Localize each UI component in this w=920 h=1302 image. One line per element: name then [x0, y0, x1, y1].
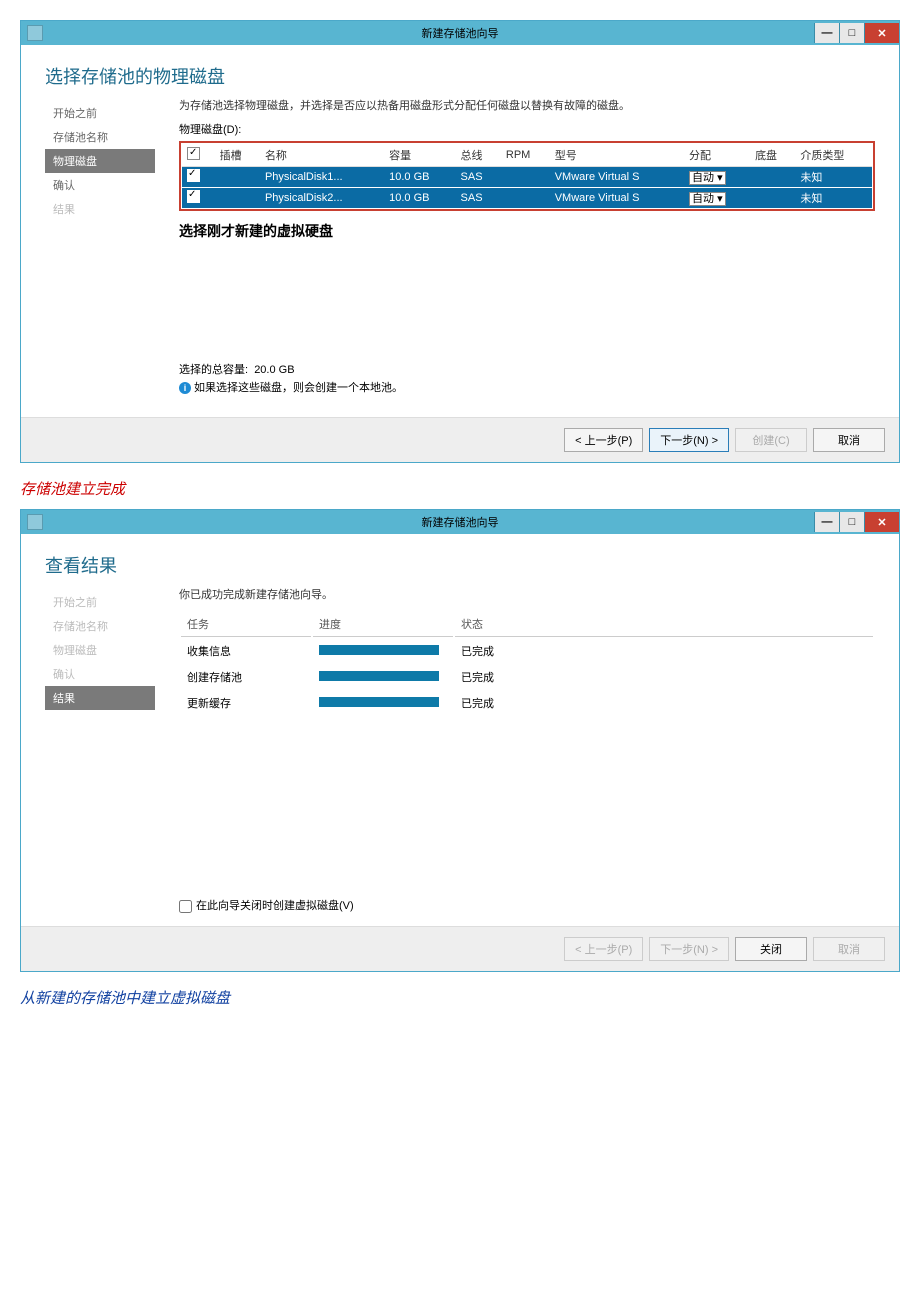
instruction-text: 为存储池选择物理磁盘，并选择是否应以热备用磁盘形式分配任何磁盘以替换有故障的磁盘… — [179, 97, 875, 113]
close-button[interactable]: ✕ — [864, 23, 899, 43]
maximize-button[interactable]: □ — [839, 23, 864, 43]
col-chassis[interactable]: 底盘 — [750, 144, 795, 167]
minimize-button[interactable]: — — [814, 23, 839, 43]
col-model[interactable]: 型号 — [550, 144, 684, 167]
close-wizard-button[interactable]: 关闭 — [735, 937, 807, 961]
step-pool-name[interactable]: 存储池名称 — [45, 125, 155, 149]
next-button: 下一步(N) > — [649, 937, 729, 961]
step-pool-name: 存储池名称 — [45, 614, 155, 638]
page-heading: 选择存储池的物理磁盘 — [45, 63, 875, 89]
minimize-button[interactable]: — — [814, 512, 839, 532]
disk-row-2[interactable]: PhysicalDisk2... 10.0 GB SAS VMware Virt… — [182, 188, 872, 209]
col-status: 状态 — [455, 612, 873, 637]
app-icon — [27, 514, 43, 530]
caption-pool-done: 存储池建立完成 — [20, 478, 900, 499]
result-row: 创建存储池 已完成 — [181, 665, 873, 689]
cancel-button: 取消 — [813, 937, 885, 961]
total-capacity: 选择的总容量: 20.0 GB — [179, 361, 875, 377]
result-row: 收集信息 已完成 — [181, 639, 873, 663]
prev-button[interactable]: < 上一步(P) — [564, 428, 643, 452]
col-media[interactable]: 介质类型 — [795, 144, 872, 167]
disks-label: 物理磁盘(D): — [179, 121, 875, 137]
window-title: 新建存储池向导 — [422, 514, 499, 530]
page-heading: 查看结果 — [45, 552, 875, 578]
wizard-steps-sidebar: 开始之前 存储池名称 物理磁盘 确认 结果 — [45, 97, 155, 405]
step-results: 结果 — [45, 686, 155, 710]
titlebar[interactable]: 新建存储池向导 — □ ✕ — [21, 21, 899, 45]
button-bar: < 上一步(P) 下一步(N) > 关闭 取消 — [21, 926, 899, 971]
cancel-button[interactable]: 取消 — [813, 428, 885, 452]
alloc-dropdown[interactable]: 自动 ▾ — [689, 171, 726, 185]
caption-create-vdisk: 从新建的存储池中建立虚拟磁盘 — [20, 987, 900, 1008]
col-check[interactable] — [182, 144, 215, 167]
disk-table-highlight: 插槽 名称 容量 总线 RPM 型号 分配 底盘 介质类型 — [179, 141, 875, 211]
disk-row-1[interactable]: PhysicalDisk1... 10.0 GB SAS VMware Virt… — [182, 167, 872, 188]
wizard-steps-sidebar: 开始之前 存储池名称 物理磁盘 确认 结果 — [45, 586, 155, 914]
col-rpm[interactable]: RPM — [501, 144, 550, 167]
app-icon — [27, 25, 43, 41]
button-bar: < 上一步(P) 下一步(N) > 创建(C) 取消 — [21, 417, 899, 462]
prev-button: < 上一步(P) — [564, 937, 643, 961]
success-message: 你已成功完成新建存储池向导。 — [179, 586, 875, 602]
maximize-button[interactable]: □ — [839, 512, 864, 532]
step-confirm[interactable]: 确认 — [45, 173, 155, 197]
titlebar[interactable]: 新建存储池向导 — □ ✕ — [21, 510, 899, 534]
create-button: 创建(C) — [735, 428, 807, 452]
progress-bar — [319, 671, 439, 681]
col-bus[interactable]: 总线 — [456, 144, 501, 167]
step-physical-disks[interactable]: 物理磁盘 — [45, 149, 155, 173]
col-slot[interactable]: 插槽 — [215, 144, 260, 167]
progress-bar — [319, 697, 439, 707]
progress-bar — [319, 645, 439, 655]
col-capacity[interactable]: 容量 — [384, 144, 455, 167]
col-alloc[interactable]: 分配 — [684, 144, 750, 167]
disk-checkbox[interactable] — [187, 169, 200, 182]
disk-table: 插槽 名称 容量 总线 RPM 型号 分配 底盘 介质类型 — [182, 144, 872, 208]
step-confirm: 确认 — [45, 662, 155, 686]
step-before: 开始之前 — [45, 590, 155, 614]
step-physical-disks: 物理磁盘 — [45, 638, 155, 662]
col-progress: 进度 — [313, 612, 453, 637]
col-name[interactable]: 名称 — [260, 144, 384, 167]
annotation-text: 选择刚才新建的虚拟硬盘 — [179, 221, 875, 241]
create-vdisk-checkbox[interactable] — [179, 900, 192, 913]
alloc-dropdown[interactable]: 自动 ▾ — [689, 192, 726, 206]
disk-checkbox[interactable] — [187, 190, 200, 203]
create-vdisk-checkbox-row: 在此向导关闭时创建虚拟磁盘(V) — [179, 897, 875, 913]
next-button[interactable]: 下一步(N) > — [649, 428, 729, 452]
info-icon: i — [179, 382, 191, 394]
result-row: 更新缓存 已完成 — [181, 691, 873, 715]
window-title: 新建存储池向导 — [422, 25, 499, 41]
info-note: i如果选择这些磁盘，则会创建一个本地池。 — [179, 379, 875, 395]
close-button[interactable]: ✕ — [864, 512, 899, 532]
col-task: 任务 — [181, 612, 311, 637]
results-table: 任务 进度 状态 收集信息 已完成 创建存储池 — [179, 610, 875, 717]
step-results: 结果 — [45, 197, 155, 221]
wizard-window-disks: 新建存储池向导 — □ ✕ 选择存储池的物理磁盘 开始之前 存储池名称 物理磁盘… — [20, 20, 900, 463]
wizard-window-results: 新建存储池向导 — □ ✕ 查看结果 开始之前 存储池名称 物理磁盘 确认 结果… — [20, 509, 900, 972]
step-before[interactable]: 开始之前 — [45, 101, 155, 125]
